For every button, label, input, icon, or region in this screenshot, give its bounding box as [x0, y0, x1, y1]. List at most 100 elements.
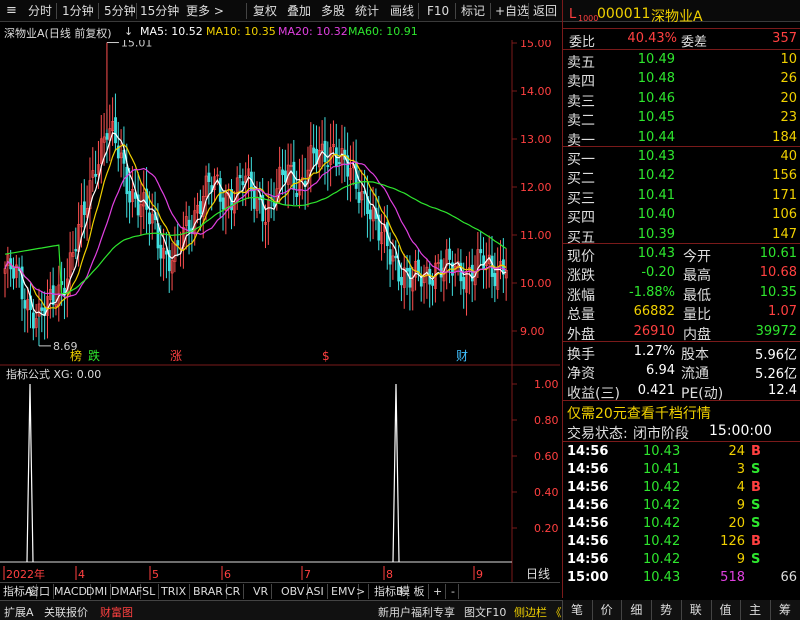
stat2-value-2: 5.96亿 [755, 348, 797, 363]
stock-code: 000011 [597, 6, 651, 22]
bid-row: 买三 10.41 171 [563, 186, 800, 207]
toolbar-r-8[interactable]: 返回 [533, 3, 557, 19]
ask-row-vol: 20 [780, 90, 797, 106]
toolbar-r-1[interactable]: 叠加 [287, 3, 311, 19]
right-tab-1[interactable]: 价 [591, 600, 621, 620]
right-tab-7[interactable]: 筹 [769, 600, 799, 620]
candle-body [405, 268, 409, 272]
tick-side: S [751, 552, 761, 567]
indicator-tab-15[interactable]: 模 板 [396, 584, 429, 599]
ma-arrow: ↓ [124, 25, 134, 38]
date-label: 8 [386, 568, 393, 581]
toolbar-r-4[interactable]: 画线 [390, 3, 414, 19]
price-tick-label: 12.00 [520, 181, 552, 194]
indicator-tab-6[interactable]: TRIX [158, 584, 191, 599]
status-right-0[interactable]: 新用户福利专享 [378, 604, 455, 620]
stat-value: -1.88% [629, 284, 675, 300]
indicator-tab-17[interactable]: - [448, 584, 459, 599]
toolbar-r-0[interactable]: 复权 [253, 3, 277, 19]
indicator-tab-3[interactable]: DMI [83, 584, 112, 599]
tick-price: 10.42 [643, 534, 681, 549]
status-left-1[interactable]: 关联报价 [44, 604, 88, 620]
indicator-tick-label: 0.80 [534, 414, 559, 427]
date-label: 9 [476, 568, 483, 581]
candle-body [82, 201, 86, 216]
toolbar-r-6[interactable]: 标记 [461, 3, 485, 19]
toolbar-r-2[interactable]: 多股 [321, 3, 345, 19]
indicator-title: 指标公式 XG: 0.00 [6, 367, 101, 381]
stat-row: 涨跌 -0.20 最高 10.68 [563, 263, 800, 284]
promo-row[interactable]: 仅需20元查看千档行情 [563, 401, 800, 423]
indicator-tab-5[interactable]: FSL [133, 584, 160, 599]
high-price-label: 15.01 [121, 40, 153, 50]
tick-time: 14:56 [567, 498, 609, 513]
ask-row: 卖一 10.44 184 [563, 128, 800, 149]
stat-value: 10.43 [637, 246, 675, 261]
stat2-label-2: PE(动) [681, 385, 724, 402]
tick-side: S [751, 516, 761, 531]
chart-title: 深物业A(日线 前复权) [4, 27, 112, 40]
trade-state-label: 交易状态: [567, 426, 628, 442]
ask-row-vol: 23 [780, 110, 797, 126]
toolbar-4[interactable]: 更多 > [186, 3, 224, 19]
stat-value: 66882 [633, 304, 675, 320]
stat2-value: 0.421 [637, 382, 675, 398]
tick-row: 14:56 10.42 4 B [563, 478, 800, 498]
toolbar-r-7[interactable]: +自选 [495, 3, 529, 19]
indicator-tab-11[interactable]: ASI [303, 584, 328, 599]
bid-row-price: 10.42 [637, 168, 675, 184]
trade-time: 15:00:00 [709, 423, 772, 439]
right-tab-2[interactable]: 细 [621, 600, 650, 620]
candle-body [12, 266, 15, 279]
toolbar-r-3[interactable]: 统计 [355, 3, 379, 19]
tick-price: 10.42 [643, 480, 681, 495]
ask-row: 卖二 10.45 23 [563, 108, 800, 129]
price-tick-label: 15.00 [520, 40, 552, 50]
tick-vol: 126 [720, 534, 745, 549]
right-tab-6[interactable]: 主 [740, 600, 769, 620]
tick-vol: 3 [736, 462, 745, 477]
indicator-tab-1[interactable]: 窗口 [25, 584, 54, 599]
indicator-tab-13[interactable]: > [353, 584, 370, 599]
right-tab-4[interactable]: 联 [680, 600, 710, 620]
status-left-2[interactable]: 财富图 [100, 604, 133, 620]
tick-price: 10.41 [643, 462, 681, 477]
menu-icon[interactable]: ≡ [6, 3, 17, 19]
candle-body [448, 248, 452, 260]
status-right-1[interactable]: 图文F10 [464, 604, 506, 620]
ask-row-price: 10.49 [637, 52, 675, 67]
toolbar-0[interactable]: 分时 [28, 3, 52, 19]
tick-time: 15:00 [567, 570, 609, 585]
indicator-chart[interactable]: 指标公式 XG: 0.00 1.00 0.80 0.60 0.40 0.20 [0, 366, 560, 566]
ask-row-price: 10.48 [637, 71, 675, 87]
indicator-tab-8[interactable]: CR [222, 584, 245, 599]
candlestick-chart[interactable]: 15.0014.0013.0012.0011.0010.009.0015.018… [0, 40, 560, 366]
right-tab-0[interactable]: 笔 [562, 600, 591, 620]
candle-body [400, 276, 403, 286]
indicator-tab-16[interactable]: + [430, 584, 447, 599]
stat-label-2: 内盘 [683, 326, 711, 343]
ma5-label: MA5: 10.52 [140, 25, 203, 38]
status-left-0[interactable]: 扩展A [4, 604, 34, 620]
promo-link[interactable]: 仅需20元查看千档行情 [567, 403, 711, 423]
right-tab-3[interactable]: 势 [651, 600, 680, 620]
toolbar-3[interactable]: 15分钟 [140, 3, 179, 19]
tick-side: B [751, 534, 761, 549]
indicator-tab-9[interactable]: VR [250, 584, 273, 599]
candle-body [105, 133, 109, 140]
candle-body [241, 181, 245, 186]
right-tab-5[interactable]: 值 [710, 600, 740, 620]
weibi-value: 40.43% [627, 31, 677, 46]
indicator-tick-label: 1.00 [534, 378, 559, 391]
toolbar-r-5[interactable]: F10 [427, 3, 449, 19]
candle-body [388, 249, 392, 265]
indicator-tabs: 指标A 窗口 MACD DMI DMA FSL TRIX BRAR CR VR OBV ASI EMV >… [0, 582, 560, 599]
candle-body [326, 165, 330, 168]
candle-body [357, 192, 361, 203]
toolbar-2[interactable]: 5分钟 [104, 3, 136, 19]
toolbar-1[interactable]: 1分钟 [62, 3, 94, 19]
status-right-2[interactable]: 侧边栏 《 [514, 604, 562, 620]
stat-value-2: 10.68 [759, 265, 797, 281]
stat2-label: 收益(三) [567, 385, 620, 402]
stock-name: 深物业A [651, 9, 703, 25]
